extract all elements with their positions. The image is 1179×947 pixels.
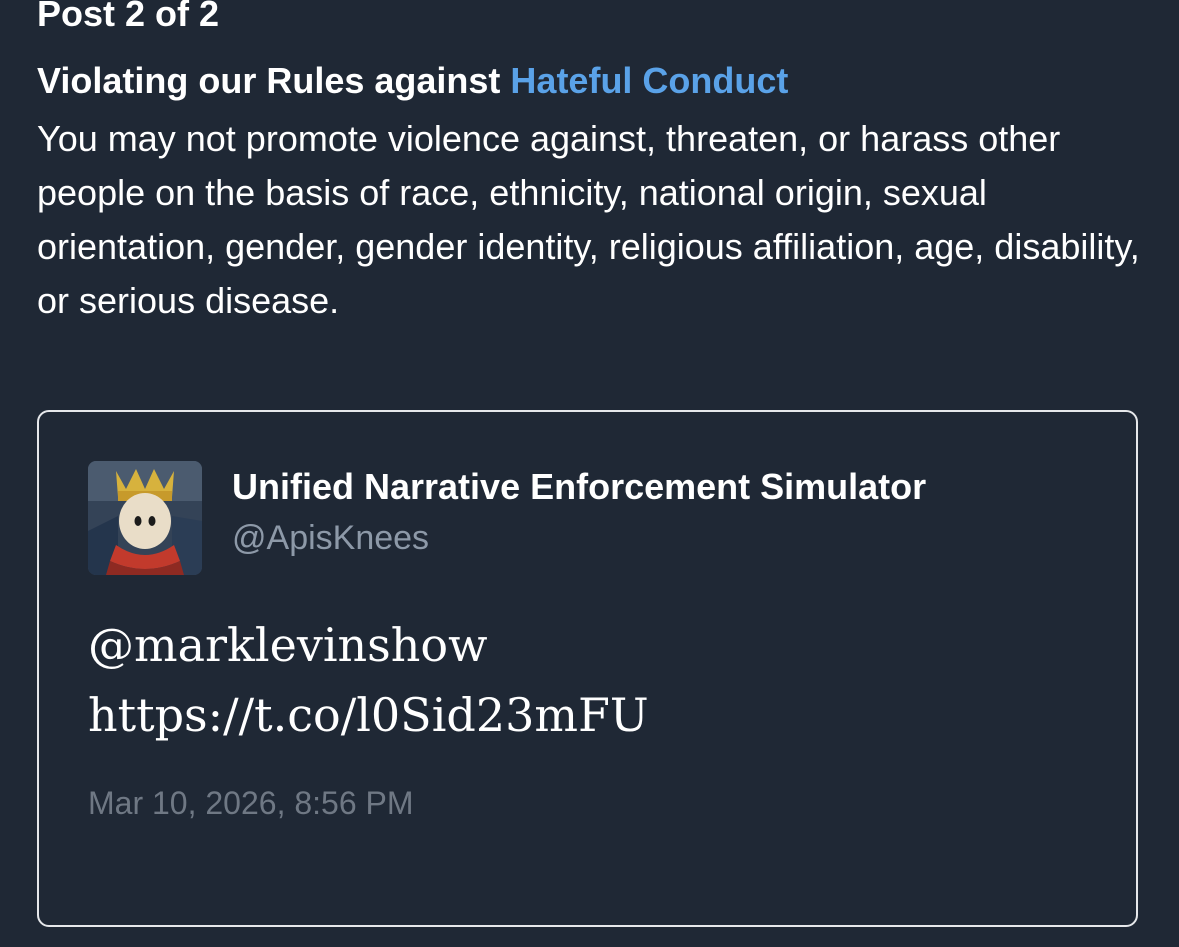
tweet-author-handle[interactable]: @ApisKnees — [232, 516, 429, 560]
rule-description: You may not promote violence against, th… — [37, 118, 1140, 321]
tweet-timestamp: Mar 10, 2026, 8:56 PM — [88, 785, 414, 821]
tweet-mention-link[interactable]: @marklevinshow — [88, 610, 649, 680]
violation-heading-prefix: Violating our Rules against — [37, 60, 511, 101]
violation-heading: Violating our Rules against Hateful Cond… — [37, 57, 788, 105]
tweet-url-link[interactable]: https://t.co/l0Sid23mFU — [88, 680, 649, 750]
hateful-conduct-link[interactable]: Hateful Conduct — [510, 60, 788, 101]
tweet-text: @marklevinshow https://t.co/l0Sid23mFU — [88, 610, 649, 750]
post-counter: Post 2 of 2 — [37, 0, 220, 34]
quoted-tweet-card[interactable]: Unified Narrative Enforcement Simulator … — [37, 410, 1138, 927]
avatar[interactable] — [88, 461, 202, 575]
avatar-image-icon — [88, 461, 202, 575]
tweet-author-name[interactable]: Unified Narrative Enforcement Simulator — [232, 464, 926, 510]
